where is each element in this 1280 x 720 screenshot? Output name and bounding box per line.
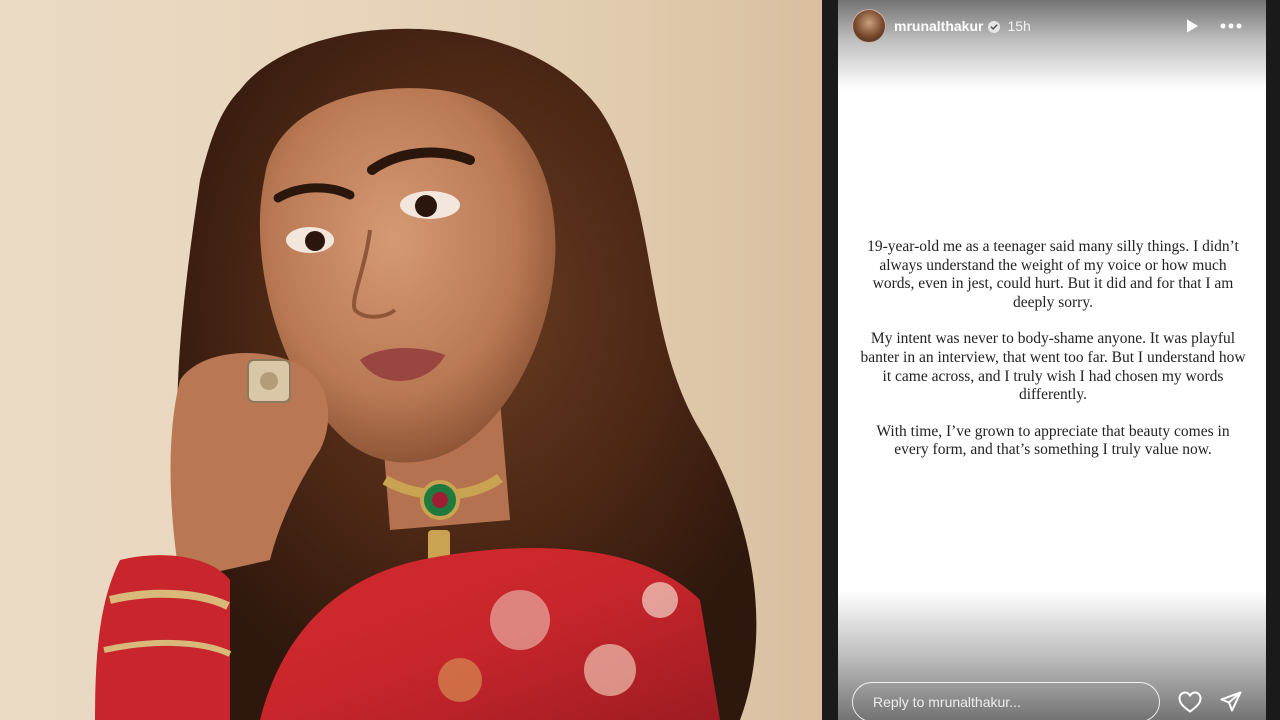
portrait-photo [0, 0, 822, 720]
screen: mrunalthakur 15h 19-year-old me as a tee… [0, 0, 1280, 720]
portrait-illustration [95, 28, 757, 720]
right-edge [1266, 0, 1280, 720]
story-username[interactable]: mrunalthakur [894, 18, 983, 34]
story-paragraph-3: With time, I’ve grown to appreciate that… [876, 422, 1230, 459]
reply-input[interactable] [852, 682, 1160, 720]
verified-badge-icon [988, 20, 1001, 33]
more-horizontal-icon[interactable] [1220, 23, 1242, 29]
story-header: mrunalthakur 15h [852, 8, 1252, 44]
panel-divider [822, 0, 838, 720]
play-icon[interactable] [1184, 18, 1200, 34]
story-header-actions [1184, 8, 1242, 44]
story-paragraph-1: 19-year-old me as a teenager said many s… [867, 238, 1239, 311]
reply-bar [852, 682, 1262, 720]
reply-actions [1178, 691, 1242, 713]
send-icon[interactable] [1220, 691, 1242, 713]
heart-icon[interactable] [1178, 691, 1202, 713]
story-paragraph-2: My intent was never to body-shame anyone… [860, 330, 1246, 404]
story-caption: 19-year-old me as a teenager said many s… [858, 238, 1248, 478]
story-timestamp: 15h [1007, 18, 1031, 34]
avatar[interactable] [852, 9, 886, 43]
